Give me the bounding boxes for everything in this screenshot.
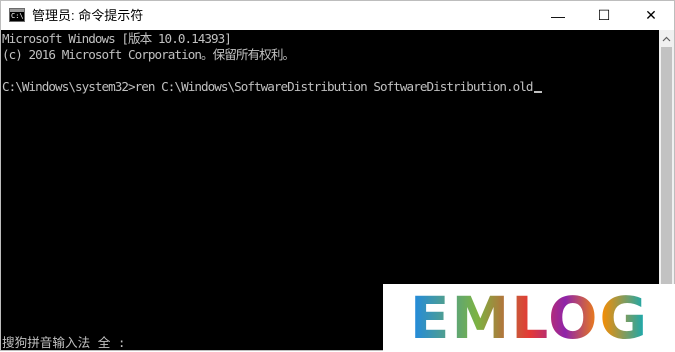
chevron-up-icon bbox=[662, 36, 671, 41]
command-text: C:\Windows\system32>ren C:\Windows\Softw… bbox=[2, 79, 534, 94]
text-cursor bbox=[533, 91, 542, 93]
icon-text: C:\ bbox=[11, 12, 24, 20]
minimize-icon: — bbox=[551, 7, 565, 24]
scroll-up-button[interactable] bbox=[659, 30, 674, 47]
maximize-icon: ☐ bbox=[597, 7, 611, 23]
watermark-logo: EMLOG bbox=[409, 284, 650, 352]
title-bar[interactable]: C:\ 管理员: 命令提示符 — ☐ ✕ bbox=[1, 1, 674, 30]
close-button[interactable]: ✕ bbox=[628, 1, 674, 30]
console-line-version: Microsoft Windows [版本 10.0.14393] bbox=[2, 31, 232, 46]
close-icon: ✕ bbox=[645, 7, 657, 23]
scrollbar-thumb[interactable] bbox=[661, 47, 672, 287]
cmd-window: C:\ 管理员: 命令提示符 — ☐ ✕ Microsoft Windows [… bbox=[0, 0, 675, 352]
cmd-app-icon[interactable]: C:\ bbox=[9, 8, 25, 22]
window-title: 管理员: 命令提示符 bbox=[32, 8, 144, 23]
emlog-watermark: EMLOG bbox=[383, 284, 675, 352]
minimize-button[interactable]: — bbox=[535, 1, 581, 30]
console-line-command: C:\Windows\system32>ren C:\Windows\Softw… bbox=[2, 79, 542, 95]
maximize-button[interactable]: ☐ bbox=[581, 1, 627, 30]
ime-status-line: 搜狗拼音输入法 全 : bbox=[2, 335, 126, 350]
console-line-copyright: (c) 2016 Microsoft Corporation。保留所有权利。 bbox=[2, 47, 295, 62]
